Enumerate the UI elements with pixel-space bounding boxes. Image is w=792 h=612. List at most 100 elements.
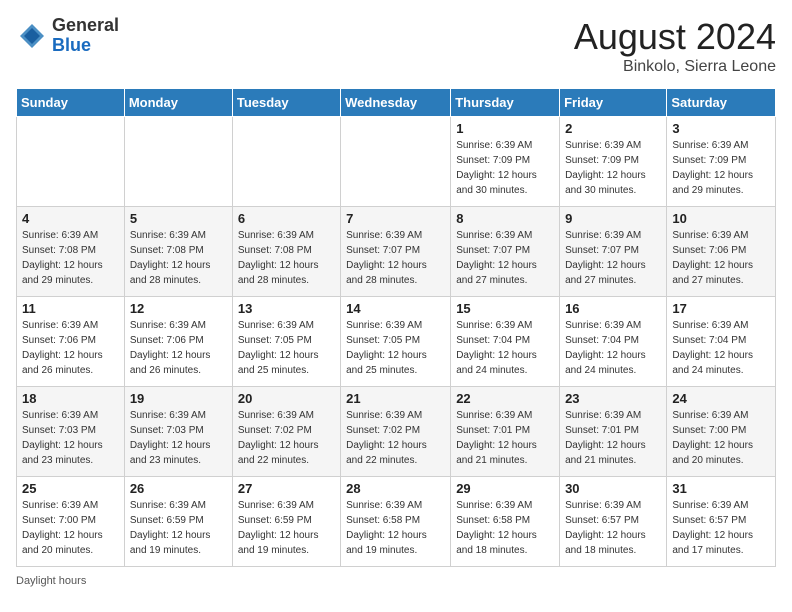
day-cell: 17Sunrise: 6:39 AMSunset: 7:04 PMDayligh…: [667, 297, 776, 387]
day-info: Sunrise: 6:39 AMSunset: 7:04 PMDaylight:…: [456, 318, 554, 378]
day-number: 10: [672, 211, 770, 226]
month-year-title: August 2024: [574, 16, 776, 58]
day-number: 27: [238, 481, 335, 496]
title-block: August 2024 Binkolo, Sierra Leone: [574, 16, 776, 76]
day-cell: 24 Sunrise: 6:39 AMSunset: 7:00 PMDayligh…: [667, 387, 776, 477]
calendar-table: SundayMondayTuesdayWednesdayThursdayFrid…: [16, 88, 776, 567]
day-cell: 15 Sunrise: 6:39 AMSunset: 7:04 PMDayligh…: [451, 297, 560, 387]
column-header-wednesday: Wednesday: [341, 89, 451, 117]
day-cell: 3 Sunrise: 6:39 AMSunset: 7:09 PMDaylight…: [667, 117, 776, 207]
daylight-hours-label: Daylight hours: [16, 575, 86, 587]
day-info: Sunrise: 6:39 AMSunset: 7:02 PMDaylight:…: [346, 408, 445, 468]
day-info: Sunrise: 6:39 AMSunset: 6:57 PMDaylight:…: [565, 498, 661, 558]
day-info: Sunrise: 6:39 AMSunset: 7:09 PMDaylight:…: [456, 138, 554, 198]
day-cell: 28 Sunrise: 6:39 AMSunset: 6:58 PMDayligh…: [341, 477, 451, 567]
day-cell: 7 Sunrise: 6:39 AMSunset: 7:07 PMDaylight…: [341, 207, 451, 297]
column-header-thursday: Thursday: [451, 89, 560, 117]
day-number: 12: [130, 301, 227, 316]
day-info: Sunrise: 6:39 AMSunset: 7:08 PMDaylight:…: [238, 228, 335, 288]
day-cell: 9 Sunrise: 6:39 AMSunset: 7:07 PMDaylight…: [560, 207, 667, 297]
day-number: 30: [565, 481, 661, 496]
day-info: Sunrise: 6:39 AMSunset: 7:01 PMDaylight:…: [565, 408, 661, 468]
day-info: Sunrise: 6:39 AMSunset: 7:07 PMDaylight:…: [346, 228, 445, 288]
day-info: Sunrise: 6:39 AMSunset: 7:06 PMDaylight:…: [22, 318, 119, 378]
day-number: 29: [456, 481, 554, 496]
day-number: 21: [346, 391, 445, 406]
day-info: Sunrise: 6:39 AMSunset: 7:00 PMDaylight:…: [22, 498, 119, 558]
day-info: Sunrise: 6:39 AMSunset: 6:59 PMDaylight:…: [130, 498, 227, 558]
week-row-3: 11 Sunrise: 6:39 AMSunset: 7:06 PMDayligh…: [17, 297, 776, 387]
day-cell: 26 Sunrise: 6:39 AMSunset: 6:59 PMDayligh…: [124, 477, 232, 567]
day-number: 26: [130, 481, 227, 496]
day-info: Sunrise: 6:39 AMSunset: 7:07 PMDaylight:…: [565, 228, 661, 288]
day-cell: 5Sunrise: 6:39 AMSunset: 7:08 PMDaylight…: [124, 207, 232, 297]
day-cell: 19 Sunrise: 6:39 AMSunset: 7:03 PMDayligh…: [124, 387, 232, 477]
page-header: General Blue August 2024 Binkolo, Sierra…: [16, 16, 776, 76]
day-number: 20: [238, 391, 335, 406]
day-info: Sunrise: 6:39 AMSunset: 7:03 PMDaylight:…: [130, 408, 227, 468]
week-row-4: 18Sunrise: 6:39 AMSunset: 7:03 PMDayligh…: [17, 387, 776, 477]
day-cell: 30 Sunrise: 6:39 AMSunset: 6:57 PMDayligh…: [560, 477, 667, 567]
day-cell: 25Sunrise: 6:39 AMSunset: 7:00 PMDayligh…: [17, 477, 125, 567]
day-info: Sunrise: 6:39 AMSunset: 7:05 PMDaylight:…: [238, 318, 335, 378]
day-number: 13: [238, 301, 335, 316]
day-cell: 22 Sunrise: 6:39 AMSunset: 7:01 PMDayligh…: [451, 387, 560, 477]
day-number: 14: [346, 301, 445, 316]
day-cell: [124, 117, 232, 207]
day-number: 31: [672, 481, 770, 496]
day-info: Sunrise: 6:39 AMSunset: 7:04 PMDaylight:…: [565, 318, 661, 378]
day-number: 15: [456, 301, 554, 316]
day-number: 16: [565, 301, 661, 316]
day-info: Sunrise: 6:39 AMSunset: 6:58 PMDaylight:…: [346, 498, 445, 558]
day-number: 8: [456, 211, 554, 226]
day-cell: 10 Sunrise: 6:39 AMSunset: 7:06 PMDayligh…: [667, 207, 776, 297]
day-number: 4: [22, 211, 119, 226]
day-cell: 14 Sunrise: 6:39 AMSunset: 7:05 PMDayligh…: [341, 297, 451, 387]
week-row-1: 1 Sunrise: 6:39 AMSunset: 7:09 PMDaylight…: [17, 117, 776, 207]
day-cell: 12 Sunrise: 6:39 AMSunset: 7:06 PMDayligh…: [124, 297, 232, 387]
day-cell: [232, 117, 340, 207]
day-number: 11: [22, 301, 119, 316]
day-info: Sunrise: 6:39 AMSunset: 7:05 PMDaylight:…: [346, 318, 445, 378]
logo: General Blue: [16, 16, 119, 56]
day-info: Sunrise: 6:39 AMSunset: 6:57 PMDaylight:…: [672, 498, 770, 558]
day-cell: 8Sunrise: 6:39 AMSunset: 7:07 PMDaylight…: [451, 207, 560, 297]
day-number: 22: [456, 391, 554, 406]
day-number: 3: [672, 121, 770, 136]
day-number: 19: [130, 391, 227, 406]
day-info: Sunrise: 6:39 AMSunset: 7:08 PMDaylight:…: [130, 228, 227, 288]
week-row-5: 25Sunrise: 6:39 AMSunset: 7:00 PMDayligh…: [17, 477, 776, 567]
footer-note: Daylight hours: [16, 575, 776, 587]
logo-text: General Blue: [52, 16, 119, 56]
day-info: Sunrise: 6:39 AMSunset: 7:03 PMDaylight:…: [22, 408, 119, 468]
day-number: 7: [346, 211, 445, 226]
day-number: 24: [672, 391, 770, 406]
day-info: Sunrise: 6:39 AMSunset: 7:02 PMDaylight:…: [238, 408, 335, 468]
week-row-2: 4 Sunrise: 6:39 AMSunset: 7:08 PMDaylight…: [17, 207, 776, 297]
day-cell: 16 Sunrise: 6:39 AMSunset: 7:04 PMDayligh…: [560, 297, 667, 387]
day-cell: [17, 117, 125, 207]
day-info: Sunrise: 6:39 AMSunset: 7:08 PMDaylight:…: [22, 228, 119, 288]
day-cell: 31 Sunrise: 6:39 AMSunset: 6:57 PMDayligh…: [667, 477, 776, 567]
location-subtitle: Binkolo, Sierra Leone: [574, 58, 776, 76]
day-cell: 18Sunrise: 6:39 AMSunset: 7:03 PMDayligh…: [17, 387, 125, 477]
day-info: Sunrise: 6:39 AMSunset: 6:58 PMDaylight:…: [456, 498, 554, 558]
day-cell: [341, 117, 451, 207]
day-number: 9: [565, 211, 661, 226]
day-info: Sunrise: 6:39 AMSunset: 7:09 PMDaylight:…: [672, 138, 770, 198]
day-cell: 1 Sunrise: 6:39 AMSunset: 7:09 PMDaylight…: [451, 117, 560, 207]
column-header-saturday: Saturday: [667, 89, 776, 117]
day-info: Sunrise: 6:39 AMSunset: 7:00 PMDaylight:…: [672, 408, 770, 468]
day-cell: 23Sunrise: 6:39 AMSunset: 7:01 PMDayligh…: [560, 387, 667, 477]
day-cell: 6Sunrise: 6:39 AMSunset: 7:08 PMDaylight…: [232, 207, 340, 297]
day-cell: 4 Sunrise: 6:39 AMSunset: 7:08 PMDaylight…: [17, 207, 125, 297]
day-info: Sunrise: 6:39 AMSunset: 7:06 PMDaylight:…: [130, 318, 227, 378]
day-cell: 27 Sunrise: 6:39 AMSunset: 6:59 PMDayligh…: [232, 477, 340, 567]
day-number: 1: [456, 121, 554, 136]
day-info: Sunrise: 6:39 AMSunset: 7:01 PMDaylight:…: [456, 408, 554, 468]
day-info: Sunrise: 6:39 AMSunset: 6:59 PMDaylight:…: [238, 498, 335, 558]
day-cell: 2Sunrise: 6:39 AMSunset: 7:09 PMDaylight…: [560, 117, 667, 207]
day-info: Sunrise: 6:39 AMSunset: 7:06 PMDaylight:…: [672, 228, 770, 288]
day-info: Sunrise: 6:39 AMSunset: 7:09 PMDaylight:…: [565, 138, 661, 198]
day-number: 28: [346, 481, 445, 496]
